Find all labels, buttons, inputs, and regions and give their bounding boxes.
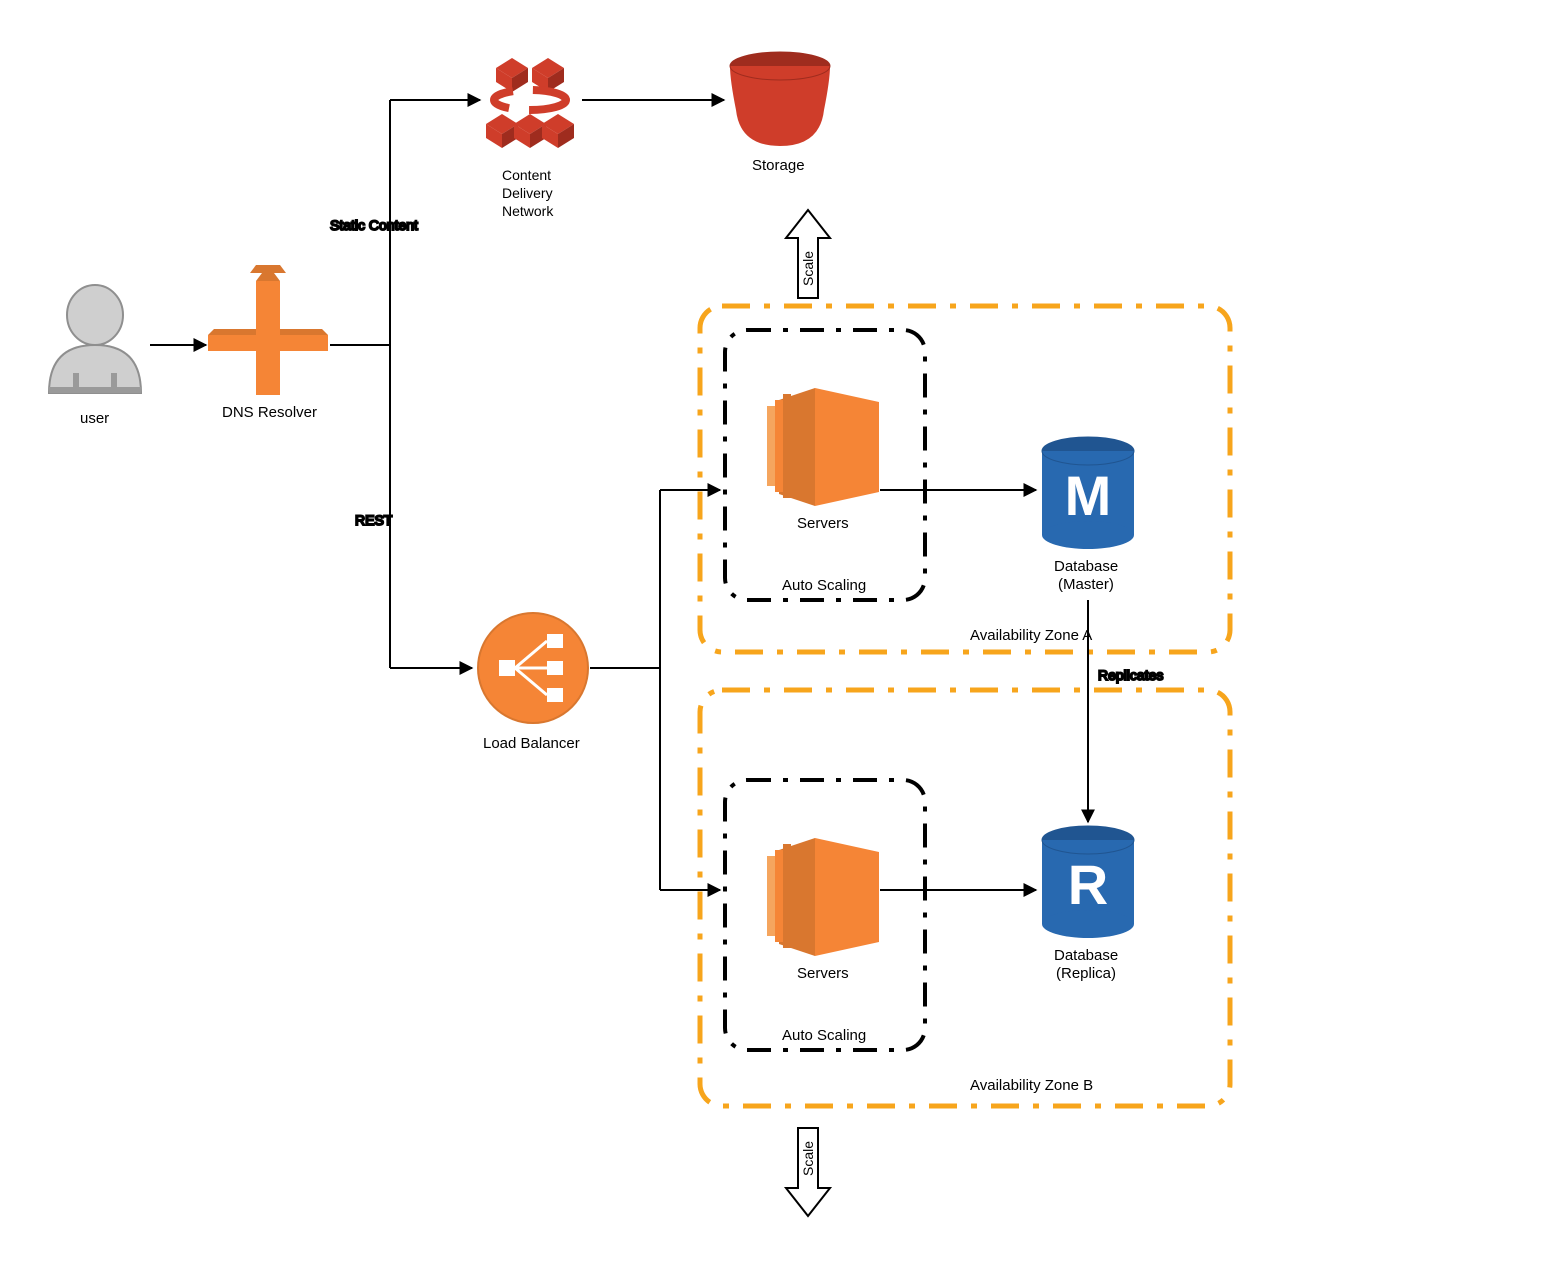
az-a-label: Availability Zone A — [970, 627, 1092, 644]
servers-a-icon: Servers — [767, 388, 879, 532]
servers-b-icon: Servers — [767, 838, 879, 982]
db-replica-label-l1: Database — [1054, 947, 1118, 964]
storage-label: Storage — [752, 157, 805, 174]
db-replica-label-l2: (Replica) — [1056, 965, 1116, 982]
scale-arrow-up: Scale — [786, 210, 830, 298]
edge-static-label: Static Content — [330, 217, 418, 233]
edges: Static Content REST Replicates — [150, 100, 1163, 890]
cdn-label-l2: Delivery — [502, 185, 553, 201]
scale-arrow-down: Scale — [786, 1128, 830, 1216]
servers-b-label: Servers — [797, 965, 849, 982]
cdn-label-l3: Network — [502, 203, 554, 219]
db-master-label-l2: (Master) — [1058, 576, 1114, 593]
az-b-label: Availability Zone B — [970, 1077, 1093, 1094]
storage-icon: Storage — [730, 52, 830, 174]
dns-resolver-icon: DNS Resolver — [208, 265, 328, 421]
asg-b-label: Auto Scaling — [782, 1027, 866, 1044]
load-balancer-icon: Load Balancer — [478, 613, 588, 752]
cdn-label-l1: Content — [502, 167, 551, 183]
scale-up-label: Scale — [800, 251, 816, 286]
asg-a-label: Auto Scaling — [782, 577, 866, 594]
db-replica-letter: R — [1068, 853, 1108, 916]
lb-label: Load Balancer — [483, 735, 580, 752]
scale-down-label: Scale — [800, 1141, 816, 1176]
db-master-letter: M — [1065, 464, 1112, 527]
dns-label: DNS Resolver — [222, 404, 317, 421]
servers-a-label: Servers — [797, 515, 849, 532]
user-label: user — [80, 410, 109, 427]
db-master-label-l1: Database — [1054, 558, 1118, 575]
architecture-diagram: Availability Zone A Availability Zone B … — [0, 0, 1549, 1285]
edge-replicates-label: Replicates — [1098, 667, 1163, 683]
database-replica-icon: R Database (Replica) — [1042, 826, 1134, 982]
database-master-icon: M Database (Master) — [1042, 437, 1134, 593]
user-icon: user — [49, 285, 141, 427]
edge-rest-label: REST — [355, 512, 393, 528]
cdn-icon: Content Delivery Network — [486, 58, 574, 219]
